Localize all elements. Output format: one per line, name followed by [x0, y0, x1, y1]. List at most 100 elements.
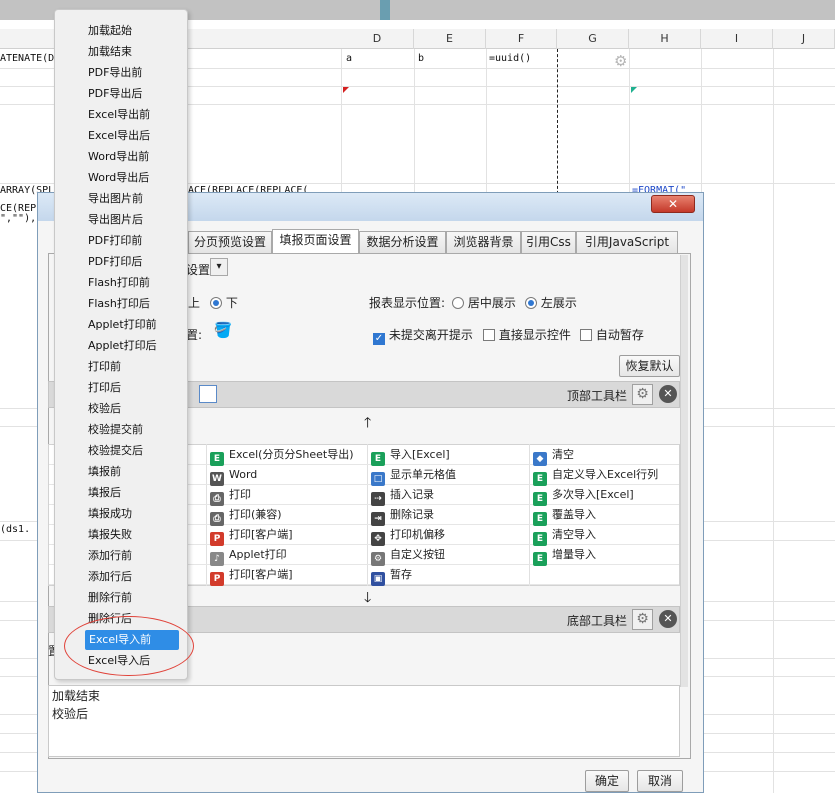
menu-item[interactable]: 校验提交前: [88, 420, 143, 440]
show-controls-checkbox[interactable]: 直接显示控件: [483, 326, 571, 343]
cancel-button[interactable]: 取消: [637, 770, 683, 792]
toolbar-button-option[interactable]: E 导入[Excel]: [371, 445, 450, 466]
menu-item[interactable]: 导出图片前: [88, 189, 143, 209]
col-header-h[interactable]: H: [629, 29, 701, 49]
toolbar-button-option[interactable]: E 覆盖导入: [533, 505, 596, 526]
auto-save-label: 自动暂存: [595, 328, 644, 342]
tab-css[interactable]: 引用Css: [521, 231, 576, 253]
menu-item[interactable]: PDF打印前: [88, 231, 142, 251]
tab-data-analysis[interactable]: 数据分析设置: [359, 231, 446, 253]
menu-item[interactable]: 校验后: [88, 399, 121, 419]
menu-item[interactable]: PDF打印后: [88, 252, 142, 272]
menu-item[interactable]: Flash打印后: [88, 294, 150, 314]
button-type-icon: E: [533, 532, 547, 546]
toolbar-button-option[interactable]: E 自定义导入Excel行列: [533, 465, 658, 486]
unsubmitted-prompt-label: 未提交离开提示: [388, 328, 473, 342]
paint-bucket-icon[interactable]: 🪣: [212, 321, 234, 343]
unsubmitted-prompt-checkbox[interactable]: ✓ 未提交离开提示: [373, 326, 473, 345]
menu-item[interactable]: PDF导出后: [88, 84, 142, 104]
close-circle-icon[interactable]: ✕: [659, 385, 677, 403]
toolbar-button-option[interactable]: ▣ 暂存: [371, 565, 412, 586]
menu-item[interactable]: Flash打印前: [88, 273, 150, 293]
toolbar-button-option[interactable]: W Word: [210, 465, 257, 486]
col-header-j[interactable]: J: [773, 29, 835, 49]
chevron-down-icon[interactable]: ▾: [210, 258, 228, 276]
menu-item[interactable]: Excel导入前: [85, 630, 179, 650]
menu-item[interactable]: 加载结束: [88, 42, 132, 62]
menu-item[interactable]: 导出图片后: [88, 210, 143, 230]
restore-default-button[interactable]: 恢复默认: [619, 355, 680, 377]
toolbar-button-option[interactable]: ✥ 打印机偏移: [371, 525, 445, 546]
tab-page-preview[interactable]: 分页预览设置: [188, 231, 272, 253]
cell-f1[interactable]: =uuid(): [489, 53, 531, 64]
menu-item[interactable]: 添加行前: [88, 546, 132, 566]
event-item[interactable]: 加载结束: [52, 687, 100, 704]
menu-item[interactable]: Applet打印前: [88, 315, 157, 335]
menu-item[interactable]: 填报后: [88, 483, 121, 503]
toolbar-button-option[interactable]: E Excel(分页分Sheet导出): [210, 445, 354, 466]
menu-item[interactable]: Word导出前: [88, 147, 149, 167]
button-option-label: 打印(兼容): [229, 508, 282, 521]
gear-icon[interactable]: ⚙: [632, 609, 653, 630]
toolbar-button-option[interactable]: ⎙ 打印(兼容): [210, 505, 282, 526]
col-header-d[interactable]: D: [341, 29, 414, 49]
menu-item[interactable]: 删除行前: [88, 588, 132, 608]
toolbar-button-option[interactable]: P 打印[客户端]: [210, 565, 293, 586]
toolbar-button-option[interactable]: ♪ Applet打印: [210, 545, 287, 566]
close-circle-icon[interactable]: ✕: [659, 610, 677, 628]
arrow-up-icon[interactable]: 🡑: [364, 412, 371, 436]
close-icon[interactable]: ✕: [651, 195, 695, 213]
tab-browser-bg[interactable]: 浏览器背景: [446, 231, 521, 253]
tab-fill-page[interactable]: 填报页面设置: [272, 229, 359, 254]
button-type-icon: E: [533, 492, 547, 506]
menu-item[interactable]: 打印前: [88, 357, 121, 377]
ok-button[interactable]: 确定: [585, 770, 629, 792]
col-header-e[interactable]: E: [414, 29, 486, 49]
toolbar-button-option[interactable]: ⚙ 自定义按钮: [371, 545, 445, 566]
menu-item[interactable]: 加载起始: [88, 21, 132, 41]
menu-item[interactable]: 填报前: [88, 462, 121, 482]
button-option-label: 覆盖导入: [552, 508, 596, 521]
col-header-g[interactable]: G: [557, 29, 629, 49]
col-header-f[interactable]: F: [486, 29, 557, 49]
menu-item[interactable]: 打印后: [88, 378, 121, 398]
position-bottom-radio[interactable]: 下: [210, 294, 238, 311]
toolbar-button-option[interactable]: ◆ 清空: [533, 445, 574, 466]
cell-formula-quotes[interactable]: ",""),: [0, 213, 36, 224]
window-icon[interactable]: [199, 385, 217, 403]
menu-item[interactable]: Word导出后: [88, 168, 149, 188]
menu-item[interactable]: 填报成功: [88, 504, 132, 524]
menu-item[interactable]: 添加行后: [88, 567, 132, 587]
radio-icon: [452, 297, 464, 309]
menu-item[interactable]: PDF导出前: [88, 63, 142, 83]
cell-formula-concatenate[interactable]: ATENATE(D:: [0, 53, 60, 64]
left-display-radio[interactable]: 左展示: [525, 294, 577, 311]
auto-save-checkbox[interactable]: 自动暂存: [580, 326, 644, 343]
menu-item[interactable]: 校验提交后: [88, 441, 143, 461]
cell-formula-ds1[interactable]: (ds1. s: [0, 524, 42, 535]
button-type-icon: E: [533, 552, 547, 566]
menu-item[interactable]: Excel导入后: [88, 651, 150, 671]
toolbar-button-option[interactable]: □ 显示单元格值: [371, 465, 456, 486]
menu-item[interactable]: 删除行后: [88, 609, 132, 629]
cell-e1[interactable]: b: [418, 53, 424, 64]
gear-icon[interactable]: ⚙: [632, 384, 653, 405]
col-header-i[interactable]: I: [701, 29, 773, 49]
menu-item[interactable]: 填报失败: [88, 525, 132, 545]
event-item[interactable]: 校验后: [52, 705, 88, 722]
tab-javascript[interactable]: 引用JavaScript: [576, 231, 678, 253]
menu-item[interactable]: Excel导出前: [88, 105, 150, 125]
menu-item[interactable]: Applet打印后: [88, 336, 157, 356]
toolbar-button-option[interactable]: E 清空导入: [533, 525, 596, 546]
center-display-radio[interactable]: 居中展示: [452, 294, 516, 311]
panel-scrollbar[interactable]: [680, 255, 688, 687]
cell-d1[interactable]: a: [346, 53, 352, 64]
toolbar-button-option[interactable]: ⇢ 插入记录: [371, 485, 434, 506]
menu-item[interactable]: Excel导出后: [88, 126, 150, 146]
toolbar-button-option[interactable]: P 打印[客户端]: [210, 525, 293, 546]
toolbar-button-option[interactable]: E 增量导入: [533, 545, 596, 566]
toolbar-button-option[interactable]: ⎙ 打印: [210, 485, 251, 506]
toolbar-button-option[interactable]: E 多次导入[Excel]: [533, 485, 634, 506]
toolbar-button-option[interactable]: ⇥ 删除记录: [371, 505, 434, 526]
left-display-label: 左展示: [540, 296, 577, 310]
